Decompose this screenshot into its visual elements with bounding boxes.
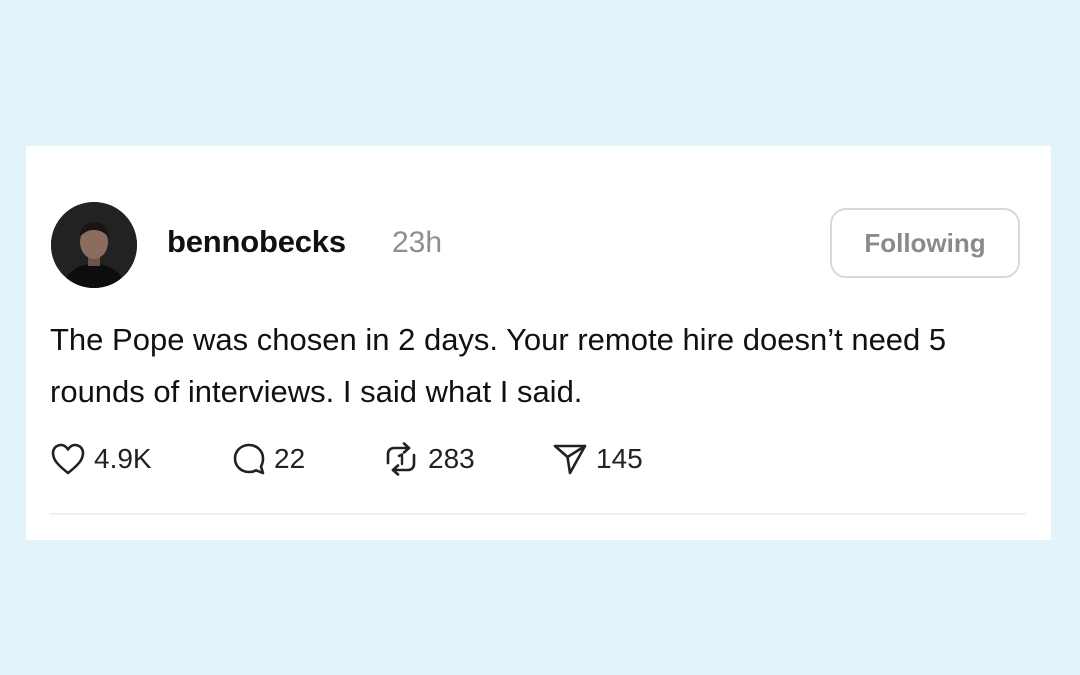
like-count: 4.9K (94, 443, 152, 474)
like-button[interactable]: 4.9K (50, 440, 152, 478)
share-count: 145 (596, 443, 643, 474)
share-button[interactable]: 145 (552, 440, 643, 478)
following-button[interactable]: Following (830, 208, 1020, 278)
repost-button[interactable]: 283 (382, 440, 475, 478)
post-timestamp: 23h (392, 226, 443, 259)
username[interactable]: bennobecks (167, 224, 346, 260)
reply-button[interactable]: 22 (232, 440, 305, 478)
repost-icon (382, 442, 420, 476)
reply-count: 22 (274, 443, 306, 474)
repost-count: 283 (428, 443, 475, 474)
post-card: bennobecks 23h Following The Pope was ch… (26, 146, 1051, 540)
avatar[interactable] (51, 202, 137, 288)
heart-icon (50, 442, 86, 476)
speech-bubble-icon (232, 442, 266, 476)
paper-plane-icon (552, 442, 588, 476)
divider (50, 513, 1026, 515)
post-text: The Pope was chosen in 2 days. Your remo… (50, 322, 947, 409)
